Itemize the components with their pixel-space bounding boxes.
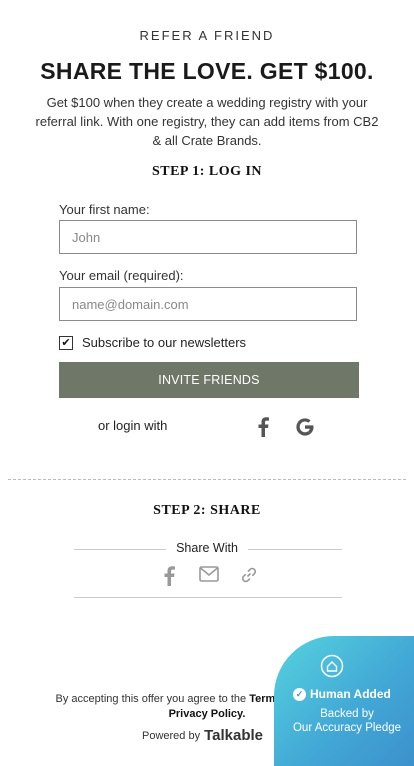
share-mail-icon[interactable]: [199, 566, 219, 582]
invite-friends-button[interactable]: INVITE FRIENDS: [59, 362, 359, 398]
eyebrow-title: REFER A FRIEND: [139, 28, 275, 43]
offer-description: Get $100 when they create a wedding regi…: [35, 95, 379, 148]
first-name-input[interactable]: [59, 220, 357, 254]
newsletter-label: Subscribe to our newsletters: [82, 335, 247, 350]
or-login-with-label: or login with: [98, 418, 168, 433]
talkable-logo[interactable]: Talkable: [204, 727, 263, 744]
checkmark-icon: ✔: [61, 336, 71, 349]
badge-title: Human Added: [310, 687, 391, 701]
share-divider-bottom: [74, 597, 342, 598]
legal-prefix: By accepting this offer you agree to the: [55, 693, 247, 705]
first-name-label: Your first name:: [59, 202, 150, 217]
check-circle-icon: ✓: [293, 688, 306, 701]
share-with-label: Share With: [176, 541, 238, 555]
share-link-icon[interactable]: [240, 566, 258, 584]
section-divider: [8, 479, 406, 480]
share-divider-right: [248, 549, 342, 550]
share-facebook-icon[interactable]: [162, 566, 176, 586]
house-icon: [320, 654, 344, 678]
share-divider-left: [74, 549, 166, 550]
page-headline: SHARE THE LOVE. GET $100.: [40, 58, 374, 84]
facebook-login-icon[interactable]: [256, 417, 270, 437]
google-login-icon[interactable]: [296, 418, 314, 436]
newsletter-checkbox[interactable]: ✔: [59, 336, 73, 350]
step2-title: STEP 2: SHARE: [153, 503, 261, 518]
email-input[interactable]: [59, 287, 357, 321]
badge-subtitle: Backed by Our Accuracy Pledge: [280, 707, 414, 735]
email-label: Your email (required):: [59, 268, 184, 283]
powered-by: Powered by Talkable: [142, 727, 263, 744]
powered-by-label: Powered by: [142, 729, 201, 742]
step1-title: STEP 1: LOG IN: [151, 164, 263, 179]
privacy-link[interactable]: Privacy Policy.: [169, 708, 246, 720]
human-added-badge[interactable]: [274, 636, 414, 766]
badge-subtitle-line2: Our Accuracy Pledge: [292, 722, 402, 734]
badge-subtitle-line1: Backed by: [320, 708, 374, 720]
